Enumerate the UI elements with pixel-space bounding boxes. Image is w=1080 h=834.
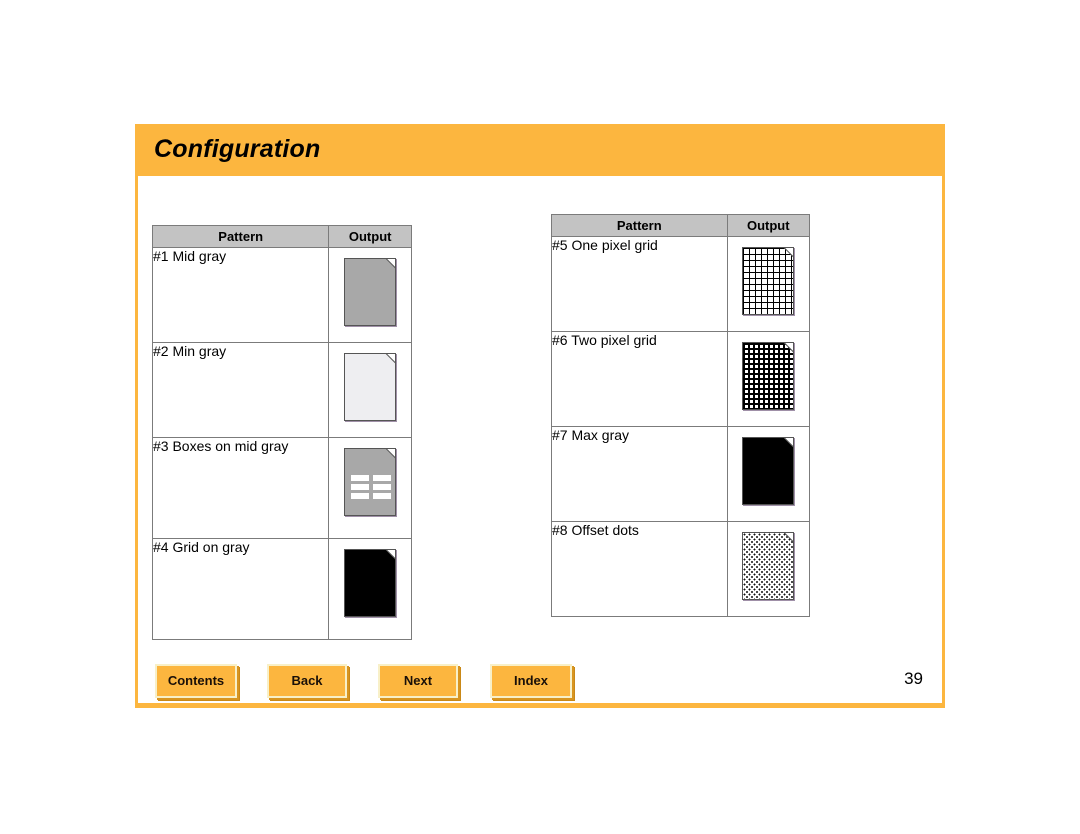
table-row: #8 Offset dots (551, 521, 811, 617)
table-row: #2 Min gray (151, 342, 412, 438)
column-header-pattern: Pattern (551, 214, 728, 237)
back-button[interactable]: Back (267, 664, 347, 698)
output-cell-5 (726, 236, 811, 332)
pattern-label-8: #8 Offset dots (551, 521, 728, 617)
column-header-pattern: Pattern (151, 225, 330, 248)
page-mid-gray-icon (344, 258, 397, 326)
pattern-label-2: #2 Min gray (151, 342, 330, 438)
table-row: #3 Boxes on mid gray (151, 437, 412, 539)
output-cell-6 (726, 331, 811, 427)
page-two-pixel-grid-icon (742, 342, 795, 410)
contents-button[interactable]: Contents (155, 664, 237, 698)
back-button-label: Back (291, 673, 323, 688)
page-grid-on-gray-icon (344, 549, 397, 617)
table-row: #4 Grid on gray (151, 538, 412, 640)
page-min-gray-icon (344, 353, 397, 421)
table-header-row: Pattern Output (151, 225, 412, 248)
slide-content-area: Pattern Output #1 Mid gray #2 Min gray #… (138, 176, 942, 703)
page-title: Configuration (154, 135, 321, 163)
output-cell-3 (328, 437, 412, 539)
pattern-label-4: #4 Grid on gray (151, 538, 330, 640)
pattern-label-7: #7 Max gray (551, 426, 728, 522)
table-header-row: Pattern Output (551, 214, 811, 237)
contents-button-label: Contents (167, 673, 225, 688)
pattern-label-1: #1 Mid gray (151, 247, 330, 343)
table-row: #7 Max gray (551, 426, 811, 522)
output-cell-2 (328, 342, 412, 438)
next-button-label: Next (403, 673, 433, 688)
pattern-label-3: #3 Boxes on mid gray (151, 437, 330, 539)
column-header-output: Output (328, 225, 412, 248)
index-button-label: Index (514, 673, 548, 688)
page-one-pixel-grid-icon (742, 247, 795, 315)
page-boxes-icon (344, 448, 397, 516)
page-offset-dots-icon (742, 532, 795, 600)
index-button[interactable]: Index (490, 664, 572, 698)
pattern-table-left: Pattern Output #1 Mid gray #2 Min gray #… (151, 225, 412, 640)
slide-footer: Contents Back Next Index 39 (135, 655, 945, 708)
page-max-gray-icon (742, 437, 795, 505)
output-cell-7 (726, 426, 811, 522)
table-row: #5 One pixel grid (551, 236, 811, 332)
output-cell-1 (328, 247, 412, 343)
output-cell-8 (726, 521, 811, 617)
pattern-table-right: Pattern Output #5 One pixel grid #6 Two … (551, 214, 811, 617)
output-cell-4 (328, 538, 412, 640)
page-number: 39 (904, 669, 923, 688)
slide-title-bar: Configuration (135, 124, 945, 176)
slide-panel: Configuration Pattern Output #1 Mid gray (135, 124, 945, 708)
pattern-label-6: #6 Two pixel grid (551, 331, 728, 427)
table-row: #6 Two pixel grid (551, 331, 811, 427)
next-button[interactable]: Next (378, 664, 458, 698)
table-row: #1 Mid gray (151, 247, 412, 343)
column-header-output: Output (726, 214, 811, 237)
pattern-label-5: #5 One pixel grid (551, 236, 728, 332)
